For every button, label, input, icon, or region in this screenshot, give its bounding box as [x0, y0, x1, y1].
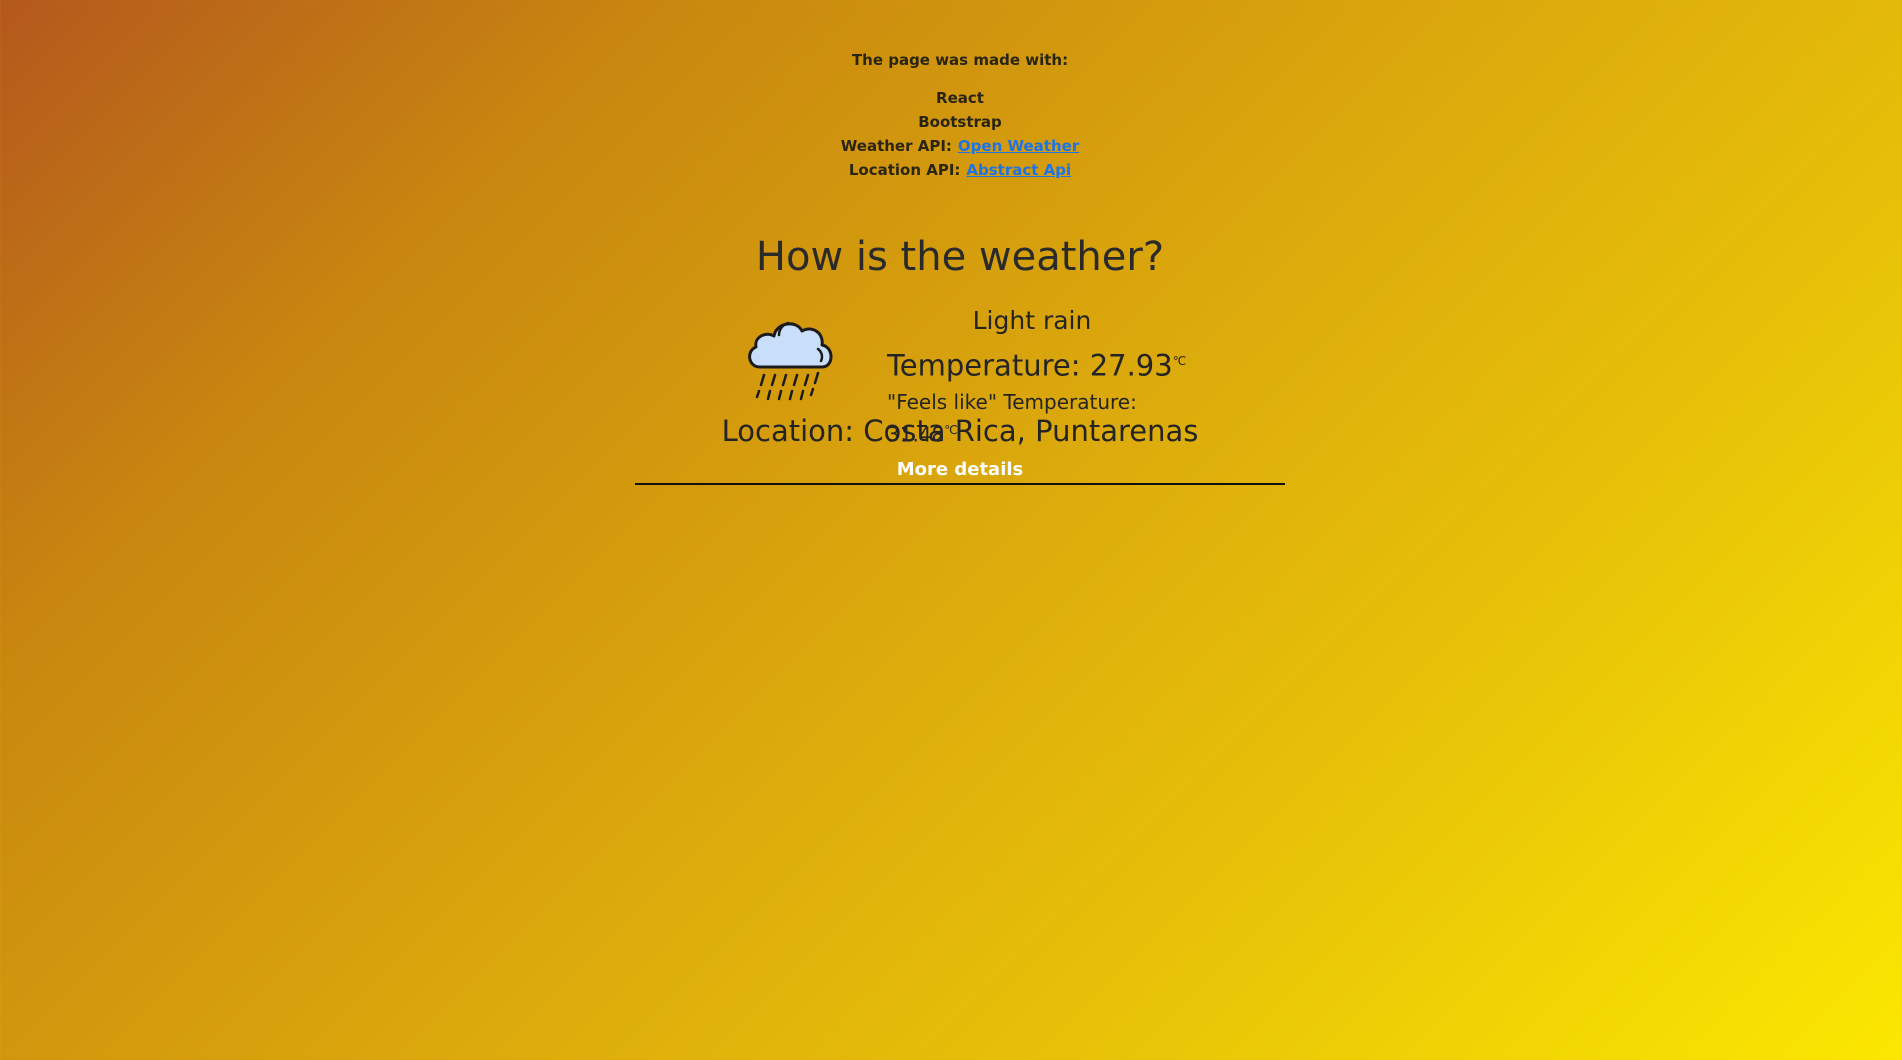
credits-heading: The page was made with:: [851, 51, 1069, 69]
abstract-api-link[interactable]: Abstract Api: [966, 161, 1071, 179]
temperature-unit: ℃: [1172, 354, 1187, 368]
weather-condition: Light rain: [972, 306, 1092, 335]
credit-location-api: Location API: Abstract Api: [0, 158, 1902, 182]
credit-weather-api: Weather API: Open Weather: [0, 134, 1902, 158]
credit-react: React: [936, 89, 984, 107]
rain-cloud-icon: [748, 321, 833, 401]
temperature-reading: Temperature: 27.93℃: [887, 341, 1207, 386]
location-api-label: Location API:: [848, 161, 961, 179]
credits-section: The page was made with: React Bootstrap …: [0, 50, 1902, 182]
location-text: Location: Costa Rica, Puntarenas: [721, 414, 1199, 448]
temperature-value: Temperature: 27.93: [887, 348, 1173, 383]
credit-bootstrap: Bootstrap: [918, 113, 1002, 131]
open-weather-link[interactable]: Open Weather: [958, 137, 1079, 155]
more-details-button[interactable]: More details: [635, 455, 1285, 485]
page-title: How is the weather?: [755, 234, 1165, 280]
weather-summary: Light rain Temperature: 27.93℃ "Feels li…: [742, 305, 1192, 446]
weather-api-label: Weather API:: [840, 137, 952, 155]
